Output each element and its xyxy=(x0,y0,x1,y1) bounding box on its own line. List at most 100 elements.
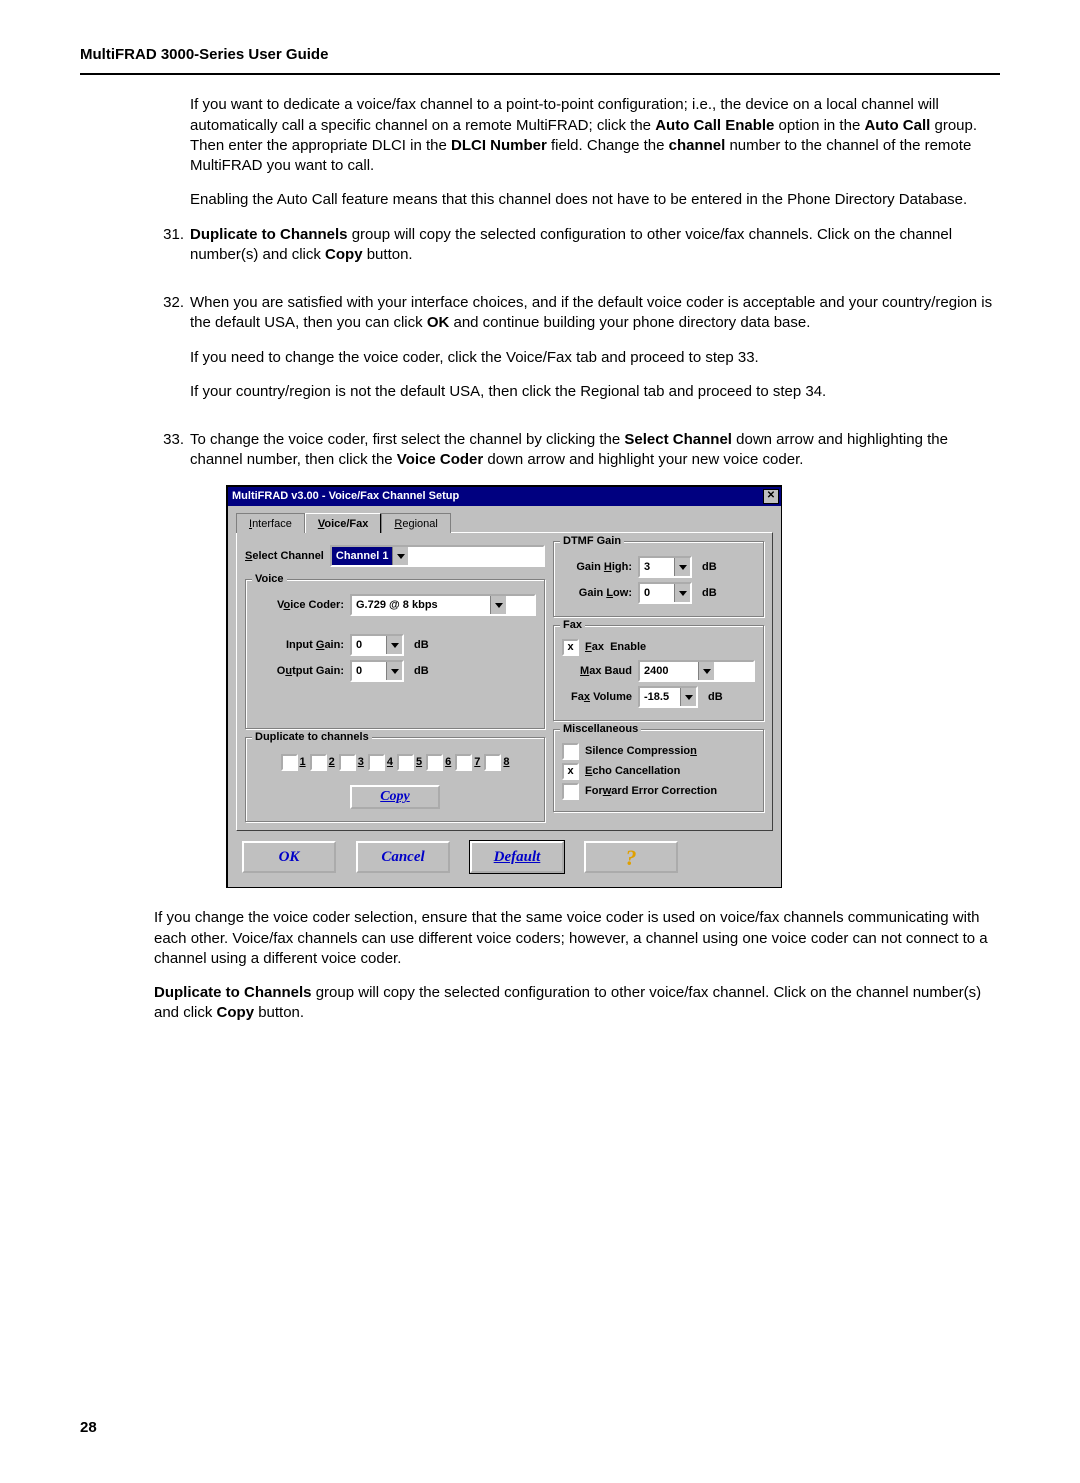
checkbox-ch1[interactable] xyxy=(281,754,298,771)
voice-coder-row: Voice Coder: G.729 @ 8 kbps xyxy=(254,594,536,616)
tab-label: nterface xyxy=(252,518,292,530)
page-number: 28 xyxy=(80,1418,1000,1438)
list-body: To change the voice coder, first select … xyxy=(190,430,995,1038)
list-item-31: 31. Duplicate to Channels group will cop… xyxy=(152,225,995,280)
checkbox-ch5[interactable] xyxy=(397,754,414,771)
input-gain-row: Input Gain: 0 dB xyxy=(254,634,536,656)
cancel-button[interactable]: Cancel xyxy=(356,841,450,873)
gain-high-combo[interactable]: 3 xyxy=(638,556,692,578)
list-number: 32. xyxy=(152,293,190,416)
text: button. xyxy=(254,1004,304,1021)
dialog-voicefax-setup: MultiFRAD v3.00 - Voice/Fax Channel Setu… xyxy=(226,485,782,889)
fax-group: Fax Fax Enable Max Baud 2400 xyxy=(553,625,764,721)
copy-button[interactable]: Copy xyxy=(350,785,440,809)
text: down arrow and highlight your new voice … xyxy=(483,451,803,468)
gain-low-value: 0 xyxy=(640,584,674,602)
text: option in the xyxy=(774,117,864,134)
group-title: Voice xyxy=(252,572,287,587)
ch-label: 3 xyxy=(358,755,364,770)
checkbox-ch3[interactable] xyxy=(339,754,356,771)
gain-low-row: Gain Low: 0 dB xyxy=(562,582,755,604)
chevron-down-icon[interactable] xyxy=(680,688,696,706)
select-channel-combo[interactable]: Channel 1 xyxy=(330,545,545,567)
gain-high-value: 3 xyxy=(640,558,674,576)
help-button[interactable]: ? xyxy=(584,841,678,873)
tab-interface[interactable]: Interface xyxy=(236,513,305,534)
default-button[interactable]: Default xyxy=(470,841,564,873)
chevron-down-icon[interactable] xyxy=(386,636,402,654)
voice-coder-combo[interactable]: G.729 @ 8 kbps xyxy=(350,594,536,616)
checkbox-fec[interactable] xyxy=(562,783,579,800)
ch-label: 4 xyxy=(387,755,393,770)
fec-row[interactable]: Forward Error Correction xyxy=(562,783,755,800)
max-baud-combo[interactable]: 2400 xyxy=(638,660,755,682)
tab-strip: Interface Voice/Fax Regional xyxy=(236,512,773,533)
checkbox-ch7[interactable] xyxy=(455,754,472,771)
misc-group: Miscellaneous Silence Compression Echo C… xyxy=(553,729,764,812)
checkbox-ch4[interactable] xyxy=(368,754,385,771)
checkbox-echo[interactable] xyxy=(562,763,579,780)
voice-group: Voice Voice Coder: G.729 @ 8 kbps xyxy=(245,579,545,729)
bold-text: DLCI Number xyxy=(451,137,547,154)
ch-label: 8 xyxy=(503,755,509,770)
unit-db: dB xyxy=(702,560,717,575)
chevron-down-icon[interactable] xyxy=(490,596,506,614)
list-number: 31. xyxy=(152,225,190,280)
checkbox-ch2[interactable] xyxy=(310,754,327,771)
gain-high-row: Gain High: 3 dB xyxy=(562,556,755,578)
chevron-down-icon[interactable] xyxy=(392,547,408,565)
tab-label: oice/Fax xyxy=(324,518,368,530)
close-icon[interactable]: ✕ xyxy=(763,489,779,504)
checkbox-ch6[interactable] xyxy=(426,754,443,771)
input-gain-value: 0 xyxy=(352,636,386,654)
dtmf-gain-group: DTMF Gain Gain High: 3 dB xyxy=(553,541,764,617)
list-item-33: 33. To change the voice coder, first sel… xyxy=(152,430,995,1038)
silence-row[interactable]: Silence Compression xyxy=(562,743,755,760)
list-item-32: 32. When you are satisfied with your int… xyxy=(152,293,995,416)
bold-text: Select Channel xyxy=(624,431,732,448)
echo-row[interactable]: Echo Cancellation xyxy=(562,763,755,780)
group-title: Miscellaneous xyxy=(560,722,641,737)
ok-button[interactable]: OK xyxy=(242,841,336,873)
enabling-para: Enabling the Auto Call feature means tha… xyxy=(190,190,995,210)
tab-regional[interactable]: Regional xyxy=(381,513,450,534)
fax-volume-combo[interactable]: -18.5 xyxy=(638,686,698,708)
dialog-titlebar[interactable]: MultiFRAD v3.00 - Voice/Fax Channel Setu… xyxy=(228,487,781,506)
select-channel-row: Select Channel Channel 1 xyxy=(245,545,545,567)
max-baud-row: Max Baud 2400 xyxy=(562,660,755,682)
chevron-down-icon[interactable] xyxy=(386,662,402,680)
gain-low-combo[interactable]: 0 xyxy=(638,582,692,604)
list-body: Duplicate to Channels group will copy th… xyxy=(190,225,995,280)
dialog-title: MultiFRAD v3.00 - Voice/Fax Channel Setu… xyxy=(232,489,459,504)
output-gain-combo[interactable]: 0 xyxy=(350,660,404,682)
ch-label: 7 xyxy=(474,755,480,770)
bold-text: Duplicate to Channels xyxy=(154,984,312,1001)
fax-volume-value: -18.5 xyxy=(640,688,680,706)
checkbox-silence[interactable] xyxy=(562,743,579,760)
ch-label: 5 xyxy=(416,755,422,770)
tab-voicefax[interactable]: Voice/Fax xyxy=(305,513,382,534)
ch-label: 1 xyxy=(300,755,306,770)
output-gain-value: 0 xyxy=(352,662,386,680)
checkbox-fax-enable[interactable] xyxy=(562,639,579,656)
bold-text: Copy xyxy=(217,1004,255,1021)
duplicate-channel-list: 1 2 3 4 5 6 7 8 xyxy=(254,748,536,777)
chevron-down-icon[interactable] xyxy=(674,584,690,602)
chevron-down-icon[interactable] xyxy=(674,558,690,576)
doc-header: MultiFRAD 3000-Series User Guide xyxy=(80,45,1000,65)
text: and continue building your phone directo… xyxy=(449,314,810,331)
chevron-down-icon[interactable] xyxy=(698,662,714,680)
unit-db: dB xyxy=(708,690,723,705)
text: To change the voice coder, first select … xyxy=(190,431,624,448)
ch-label: 6 xyxy=(445,755,451,770)
text: If you need to change the voice coder, c… xyxy=(190,348,995,368)
tab-panel: Select Channel Channel 1 Voice xyxy=(236,532,773,831)
max-baud-value: 2400 xyxy=(640,662,698,680)
bold-text: Auto Call Enable xyxy=(655,117,774,134)
input-gain-combo[interactable]: 0 xyxy=(350,634,404,656)
checkbox-ch8[interactable] xyxy=(484,754,501,771)
bold-text: Auto Call xyxy=(864,117,930,134)
bold-text: Copy xyxy=(325,246,363,263)
intro-para: If you want to dedicate a voice/fax chan… xyxy=(190,95,995,176)
fax-enable-row[interactable]: Fax Enable xyxy=(562,639,755,656)
